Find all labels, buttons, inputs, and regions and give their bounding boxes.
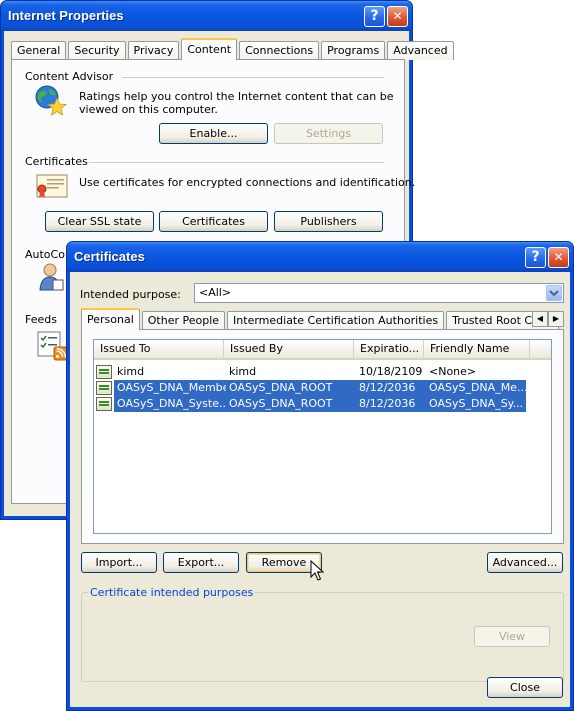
clear-ssl-state-button[interactable]: Clear SSL state bbox=[45, 211, 154, 232]
autocomplete-icon bbox=[38, 262, 64, 292]
certificate-list[interactable]: Issued To Issued By Expiratio... Friendl… bbox=[93, 339, 552, 534]
publishers-button[interactable]: Publishers bbox=[274, 211, 383, 232]
tab-intermediate-ca[interactable]: Intermediate Certification Authorities bbox=[227, 311, 445, 330]
cell-expiration: 10/18/2109 bbox=[359, 365, 423, 378]
table-row[interactable]: kimd kimd 10/18/2109 <None> bbox=[96, 364, 526, 380]
tab-scroll-arrows[interactable]: ◀ ▶ bbox=[532, 311, 564, 327]
advanced-button[interactable]: Advanced... bbox=[487, 552, 563, 573]
table-row[interactable]: OASyS_DNA_Member OASyS_DNA_ROOT 8/12/203… bbox=[96, 380, 526, 396]
cell-issued-by: OASyS_DNA_ROOT bbox=[226, 380, 356, 396]
tab-programs[interactable]: Programs bbox=[321, 41, 386, 60]
table-row[interactable]: OASyS_DNA_Syste... OASyS_DNA_ROOT 8/12/2… bbox=[96, 396, 526, 412]
dialog-title: Certificates bbox=[74, 249, 145, 264]
cell-issued-to: kimd bbox=[117, 365, 145, 378]
scroll-right-icon[interactable]: ▶ bbox=[548, 311, 564, 327]
certificates-tabstrip: Personal Other People Intermediate Certi… bbox=[81, 308, 561, 330]
close-button[interactable]: ✕ bbox=[387, 6, 408, 27]
feeds-icon bbox=[37, 331, 69, 361]
certificates-dialog: Certificates ? ✕ Intended purpose: <All>… bbox=[66, 241, 574, 711]
certificates-divider bbox=[89, 162, 384, 163]
mouse-cursor-icon bbox=[310, 559, 325, 582]
certificate-icon bbox=[36, 174, 68, 200]
tab-other-people[interactable]: Other People bbox=[141, 311, 226, 330]
tab-connections[interactable]: Connections bbox=[239, 41, 320, 60]
certificates-client: Intended purpose: <All> Personal Other P… bbox=[70, 272, 570, 707]
tab-security[interactable]: Security bbox=[68, 41, 126, 60]
certificates-button[interactable]: Certificates bbox=[159, 211, 268, 232]
tab-personal[interactable]: Personal bbox=[81, 308, 140, 330]
feeds-heading: Feeds bbox=[25, 313, 57, 326]
content-advisor-divider bbox=[122, 77, 384, 78]
cell-issued-to: OASyS_DNA_Member bbox=[114, 380, 226, 396]
certificate-list-header: Issued To Issued By Expiratio... Friendl… bbox=[94, 340, 551, 360]
column-friendly-name[interactable]: Friendly Name bbox=[424, 340, 530, 358]
certificate-icon bbox=[96, 397, 112, 411]
scroll-left-icon[interactable]: ◀ bbox=[532, 311, 548, 327]
cell-friendly-name: OASyS_DNA_Sy... bbox=[426, 396, 526, 412]
chevron-down-icon[interactable] bbox=[546, 285, 562, 301]
close-button[interactable]: ✕ bbox=[548, 247, 569, 268]
cell-friendly-name: OASyS_DNA_Me... bbox=[426, 380, 526, 396]
intended-purpose-select[interactable]: <All> bbox=[194, 283, 564, 303]
content-advisor-description-line2: viewed on this computer. bbox=[79, 103, 218, 116]
help-button[interactable]: ? bbox=[525, 247, 546, 268]
enable-button[interactable]: Enable... bbox=[159, 123, 268, 144]
column-expiration[interactable]: Expiratio... bbox=[354, 340, 424, 358]
tab-content[interactable]: Content bbox=[181, 38, 238, 60]
cell-expiration: 8/12/2036 bbox=[356, 380, 426, 396]
tab-privacy[interactable]: Privacy bbox=[127, 41, 180, 60]
personal-tab-page: Issued To Issued By Expiratio... Friendl… bbox=[81, 329, 564, 544]
tab-advanced[interactable]: Advanced bbox=[387, 41, 454, 60]
column-issued-to[interactable]: Issued To bbox=[94, 340, 224, 358]
internet-properties-titlebar[interactable]: Internet Properties ? ✕ bbox=[1, 1, 412, 31]
certificate-icon bbox=[96, 381, 112, 395]
certificates-description: Use certificates for encrypted connectio… bbox=[79, 176, 416, 189]
export-button[interactable]: Export... bbox=[163, 552, 239, 573]
intended-purpose-value: <All> bbox=[199, 286, 232, 299]
import-button[interactable]: Import... bbox=[81, 552, 157, 573]
cell-expiration: 8/12/2036 bbox=[356, 396, 426, 412]
view-button[interactable]: View bbox=[474, 626, 550, 647]
window-title: Internet Properties bbox=[8, 8, 124, 23]
column-filler bbox=[530, 340, 551, 358]
help-button[interactable]: ? bbox=[364, 6, 385, 27]
content-advisor-icon bbox=[34, 84, 68, 118]
internet-properties-tabstrip: General Security Privacy Content Connect… bbox=[11, 38, 456, 60]
intended-purposes-group-label: Certificate intended purposes bbox=[88, 586, 256, 599]
cell-issued-to: OASyS_DNA_Syste... bbox=[114, 396, 226, 412]
cell-friendly-name: <None> bbox=[429, 365, 477, 378]
content-advisor-description-line1: Ratings help you control the Internet co… bbox=[79, 90, 394, 103]
column-issued-by[interactable]: Issued By bbox=[224, 340, 354, 358]
certificate-icon bbox=[96, 365, 112, 379]
tab-general[interactable]: General bbox=[11, 41, 67, 60]
settings-button[interactable]: Settings bbox=[274, 123, 383, 144]
cell-issued-by: OASyS_DNA_ROOT bbox=[226, 396, 356, 412]
cell-issued-by: kimd bbox=[229, 365, 257, 378]
certificates-heading: Certificates bbox=[25, 155, 88, 168]
content-advisor-heading: Content Advisor bbox=[25, 70, 114, 83]
certificates-titlebar[interactable]: Certificates ? ✕ bbox=[67, 242, 573, 272]
close-dialog-button[interactable]: Close bbox=[487, 677, 563, 698]
intended-purpose-label: Intended purpose: bbox=[80, 288, 181, 301]
